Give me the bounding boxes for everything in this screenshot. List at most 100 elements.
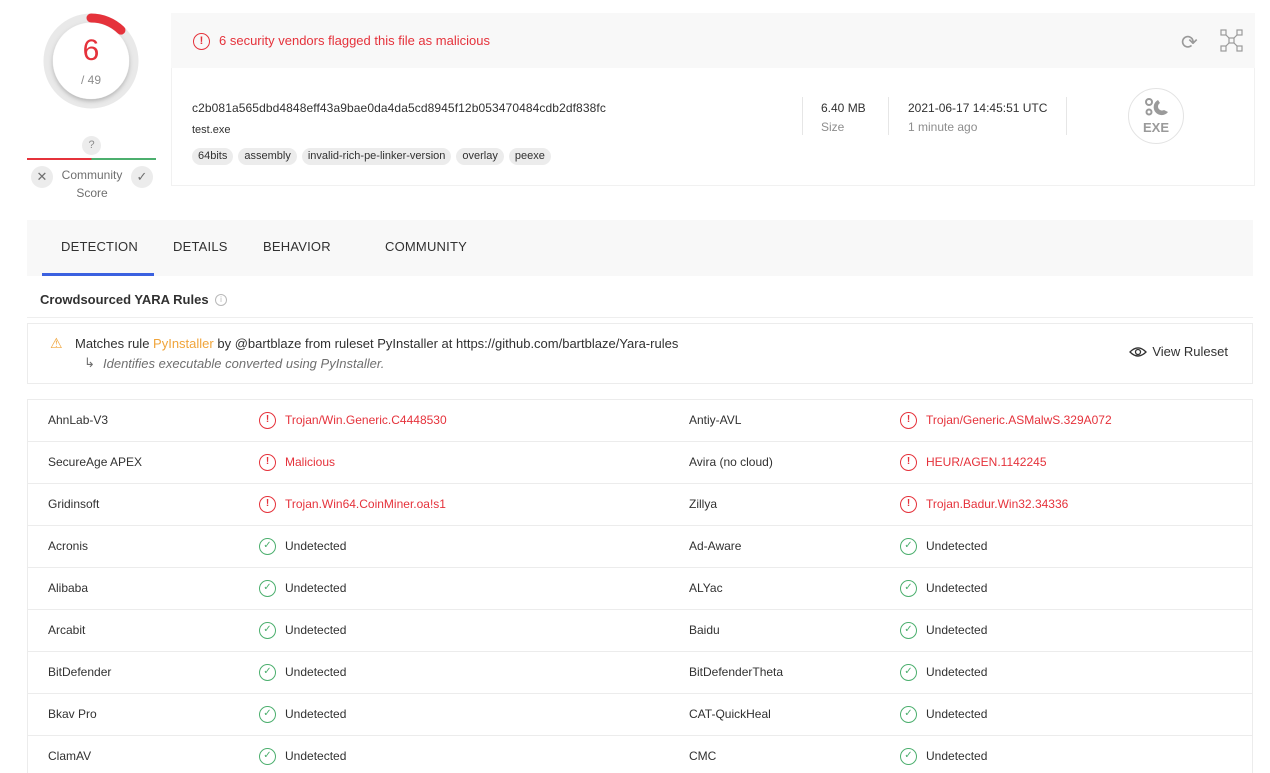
detection-result: Trojan/Win.Generic.C4448530 xyxy=(285,413,447,427)
engine-name: Ad-Aware xyxy=(689,539,742,553)
detection-count: 6 xyxy=(82,34,100,67)
table-row: Acronis ✓ Undetected Ad-Aware ✓ Undetected xyxy=(28,526,1252,568)
tag[interactable]: invalid-rich-pe-linker-version xyxy=(301,148,452,165)
detection-result: Undetected xyxy=(285,665,347,679)
community-label-line2: Score xyxy=(76,186,108,200)
detection-result: Undetected xyxy=(926,539,988,553)
info-icon[interactable]: i xyxy=(215,294,227,306)
engine-name: Avira (no cloud) xyxy=(689,455,773,469)
file-tags: 64bits assembly invalid-rich-pe-linker-v… xyxy=(192,148,551,165)
file-hash[interactable]: c2b081a565dbd4848eff43a9bae0da4da5cd8945… xyxy=(192,101,606,115)
tab-details[interactable]: DETAILS xyxy=(173,239,228,254)
yara-description: Identifies executable converted using Py… xyxy=(103,356,385,371)
table-row: SecureAge APEX! Malicious Avira (no cloud)… xyxy=(28,442,1252,484)
engine-name: BitDefenderTheta xyxy=(689,665,784,679)
tag[interactable]: 64bits xyxy=(192,148,234,165)
detection-result: Trojan.Badur.Win32.34336 xyxy=(926,497,1069,511)
engine-name: Baidu xyxy=(689,623,720,637)
tab-community[interactable]: COMMUNITY xyxy=(385,239,467,254)
tag[interactable]: overlay xyxy=(456,148,504,165)
divider xyxy=(1066,97,1067,135)
detection-result: Undetected xyxy=(926,749,988,763)
analysis-date: 2021-06-17 14:45:51 UTC xyxy=(908,101,1048,115)
yara-prefix: Matches rule xyxy=(75,336,150,351)
community-score-label: Community Score xyxy=(56,166,128,202)
alert-circle-icon: ! xyxy=(259,412,276,429)
detection-table: AhnLab-V3! Trojan/Win.Generic.C4448530 Ant… xyxy=(27,399,1253,773)
community-score-value: ? xyxy=(82,136,101,155)
table-row: Bkav Pro ✓ Undetected CAT-QuickHeal ✓ Undetec… xyxy=(28,694,1252,736)
check-circle-icon: ✓ xyxy=(259,664,276,681)
alert-text: 6 security vendors flagged this file as … xyxy=(219,33,490,48)
table-row: BitDefender ✓ Undetected BitDefenderTheta ✓ U… xyxy=(28,652,1252,694)
vote-harmful-button[interactable]: ✕ xyxy=(31,166,53,188)
detection-result: Malicious xyxy=(285,455,336,469)
engine-name: BitDefender xyxy=(48,665,112,679)
file-info-card: c2b081a565dbd4848eff43a9bae0da4da5cd8945… xyxy=(171,68,1255,186)
warning-icon: ⚠ xyxy=(50,335,63,351)
check-circle-icon: ✓ xyxy=(259,622,276,639)
detection-score-gauge: 6 / 49 xyxy=(42,12,140,110)
analysis-relative-date: 1 minute ago xyxy=(908,120,978,134)
detection-result: HEUR/AGEN.1142245 xyxy=(926,455,1047,469)
check-circle-icon: ✓ xyxy=(900,748,917,765)
check-circle-icon: ✓ xyxy=(900,622,917,639)
engine-name: ALYac xyxy=(689,581,723,595)
check-circle-icon: ✓ xyxy=(259,706,276,723)
check-circle-icon: ✓ xyxy=(900,664,917,681)
alert-circle-icon: ! xyxy=(259,496,276,513)
detection-result: Undetected xyxy=(926,707,988,721)
detection-result: Undetected xyxy=(285,539,347,553)
engine-name: Bkav Pro xyxy=(48,707,97,721)
engine-name: Antiy-AVL xyxy=(689,413,742,427)
engine-name: Arcabit xyxy=(48,623,86,637)
file-name: test.exe xyxy=(192,124,231,136)
alert-circle-icon: ! xyxy=(900,496,917,513)
yara-match-text: Matches rule PyInstaller by @bartblaze f… xyxy=(75,336,678,351)
yara-suffix: by @bartblaze from ruleset PyInstaller a… xyxy=(217,336,679,351)
detection-result: Undetected xyxy=(285,581,347,595)
tag[interactable]: assembly xyxy=(238,148,297,165)
alert-circle-icon: ! xyxy=(900,412,917,429)
detection-result: Trojan.Win64.CoinMiner.oa!s1 xyxy=(285,497,446,511)
engine-name: SecureAge APEX xyxy=(48,455,143,469)
tag[interactable]: peexe xyxy=(508,148,551,165)
gears-icon xyxy=(1145,98,1168,116)
community-label-line1: Community xyxy=(61,168,123,182)
graph-view-icon[interactable] xyxy=(1220,29,1243,52)
check-circle-icon: ✓ xyxy=(259,748,276,765)
tab-detection[interactable]: DETECTION xyxy=(61,239,138,254)
eye-icon xyxy=(1129,346,1148,357)
check-circle-icon: ✓ xyxy=(900,538,917,555)
view-ruleset-button[interactable]: View Ruleset xyxy=(1129,344,1228,359)
engine-name: Alibaba xyxy=(48,581,89,595)
file-type-icon: EXE xyxy=(1128,88,1184,144)
divider xyxy=(27,317,1253,318)
yara-rule-card: ⚠ Matches rule PyInstaller by @bartblaze… xyxy=(27,323,1253,384)
tab-behavior[interactable]: BEHAVIOR xyxy=(263,239,331,254)
detection-result: Undetected xyxy=(285,623,347,637)
sub-arrow-icon: ↳ xyxy=(84,355,95,370)
view-ruleset-label: View Ruleset xyxy=(1152,344,1228,359)
engine-name: ClamAV xyxy=(48,749,92,763)
engine-total: / 49 xyxy=(80,73,101,87)
alert-banner: ! 6 security vendors flagged this file a… xyxy=(171,13,1255,68)
table-row: Gridinsoft! Trojan.Win64.CoinMiner.oa!s1 Z… xyxy=(28,484,1252,526)
community-score-bar xyxy=(27,158,156,160)
yara-rule-link[interactable]: PyInstaller xyxy=(153,336,214,351)
engine-name: Zillya xyxy=(689,497,718,511)
divider xyxy=(802,97,803,135)
file-size-label: Size xyxy=(821,120,845,134)
detection-result: Undetected xyxy=(926,623,988,637)
detection-result: Undetected xyxy=(926,665,988,679)
file-type-label: EXE xyxy=(1142,120,1169,135)
engine-name: Gridinsoft xyxy=(48,497,100,511)
check-circle-icon: ✓ xyxy=(259,538,276,555)
engine-name: AhnLab-V3 xyxy=(48,413,109,427)
vote-harmless-button[interactable]: ✓ xyxy=(131,166,153,188)
table-row: AhnLab-V3! Trojan/Win.Generic.C4448530 Ant… xyxy=(28,400,1252,442)
alert-circle-icon: ! xyxy=(259,454,276,471)
reanalyze-icon[interactable]: ⟳ xyxy=(1181,30,1198,55)
active-tab-indicator xyxy=(42,273,154,276)
detection-result: Undetected xyxy=(285,749,347,763)
